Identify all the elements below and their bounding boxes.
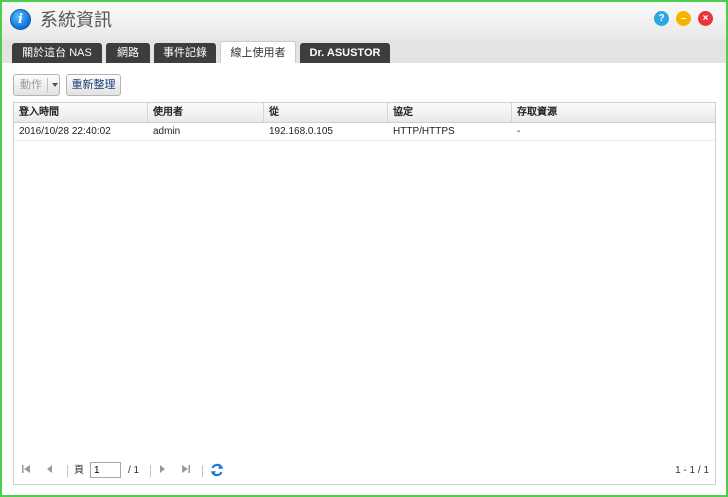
divider xyxy=(150,465,151,477)
page-number-input[interactable] xyxy=(90,462,121,478)
first-page-icon[interactable] xyxy=(21,464,31,478)
tab-event-log[interactable]: 事件記錄 xyxy=(154,43,216,63)
refresh-button[interactable]: 重新整理 xyxy=(66,74,121,96)
column-header-user[interactable]: 使用者 xyxy=(148,103,264,122)
action-dropdown-button[interactable]: 動作 xyxy=(13,74,60,96)
main-content: 動作 重新整理 登入時間 使用者 從 協定 存取資源 2016/10/28 22… xyxy=(2,63,726,495)
info-icon: i xyxy=(10,9,31,30)
cell-from: 192.168.0.105 xyxy=(269,126,333,137)
action-button-label: 動作 xyxy=(20,79,42,91)
pagination-bar: 頁 / 1 1 xyxy=(14,458,715,484)
divider xyxy=(202,465,203,477)
tab-dr-asustor[interactable]: Dr. ASUSTOR xyxy=(300,43,390,63)
tab-network[interactable]: 網路 xyxy=(106,43,150,63)
page-total: / 1 xyxy=(128,465,140,476)
tab-about-nas[interactable]: 關於這台 NAS xyxy=(12,43,102,63)
cell-login-time: 2016/10/28 22:40:02 xyxy=(19,126,111,137)
table-header: 登入時間 使用者 從 協定 存取資源 xyxy=(14,103,715,123)
table-row[interactable]: 2016/10/28 22:40:02 admin 192.168.0.105 … xyxy=(14,123,715,141)
window-title: 系統資訊 xyxy=(40,10,112,31)
close-button[interactable]: × xyxy=(698,11,713,26)
previous-page-icon[interactable] xyxy=(45,464,55,478)
online-users-table: 登入時間 使用者 從 協定 存取資源 2016/10/28 22:40:02 a… xyxy=(13,102,716,485)
divider xyxy=(47,78,48,92)
last-page-icon[interactable] xyxy=(181,464,191,478)
next-page-icon[interactable] xyxy=(157,464,167,478)
divider xyxy=(67,465,68,477)
record-range: 1 - 1 / 1 xyxy=(675,465,709,476)
app-window: i 系統資訊 ? – × 關於這台 NAS 網路 事件記錄 線上使用者 Dr. … xyxy=(0,0,728,497)
tab-bar: 關於這台 NAS 網路 事件記錄 線上使用者 Dr. ASUSTOR xyxy=(2,40,726,63)
tab-online-users[interactable]: 線上使用者 xyxy=(220,41,296,63)
column-header-from[interactable]: 從 xyxy=(264,103,388,122)
reload-icon[interactable] xyxy=(210,462,224,478)
page-label: 頁 xyxy=(74,465,84,476)
help-button[interactable]: ? xyxy=(654,11,669,26)
column-header-protocol[interactable]: 協定 xyxy=(388,103,512,122)
title-bar: i 系統資訊 ? – × xyxy=(2,2,726,40)
cell-resource: - xyxy=(517,126,521,137)
cell-protocol: HTTP/HTTPS xyxy=(393,126,455,137)
minimize-button[interactable]: – xyxy=(676,11,691,26)
column-header-login-time[interactable]: 登入時間 xyxy=(14,103,148,122)
chevron-down-icon xyxy=(52,83,58,87)
cell-user: admin xyxy=(153,126,181,137)
column-header-resource[interactable]: 存取資源 xyxy=(512,103,715,122)
